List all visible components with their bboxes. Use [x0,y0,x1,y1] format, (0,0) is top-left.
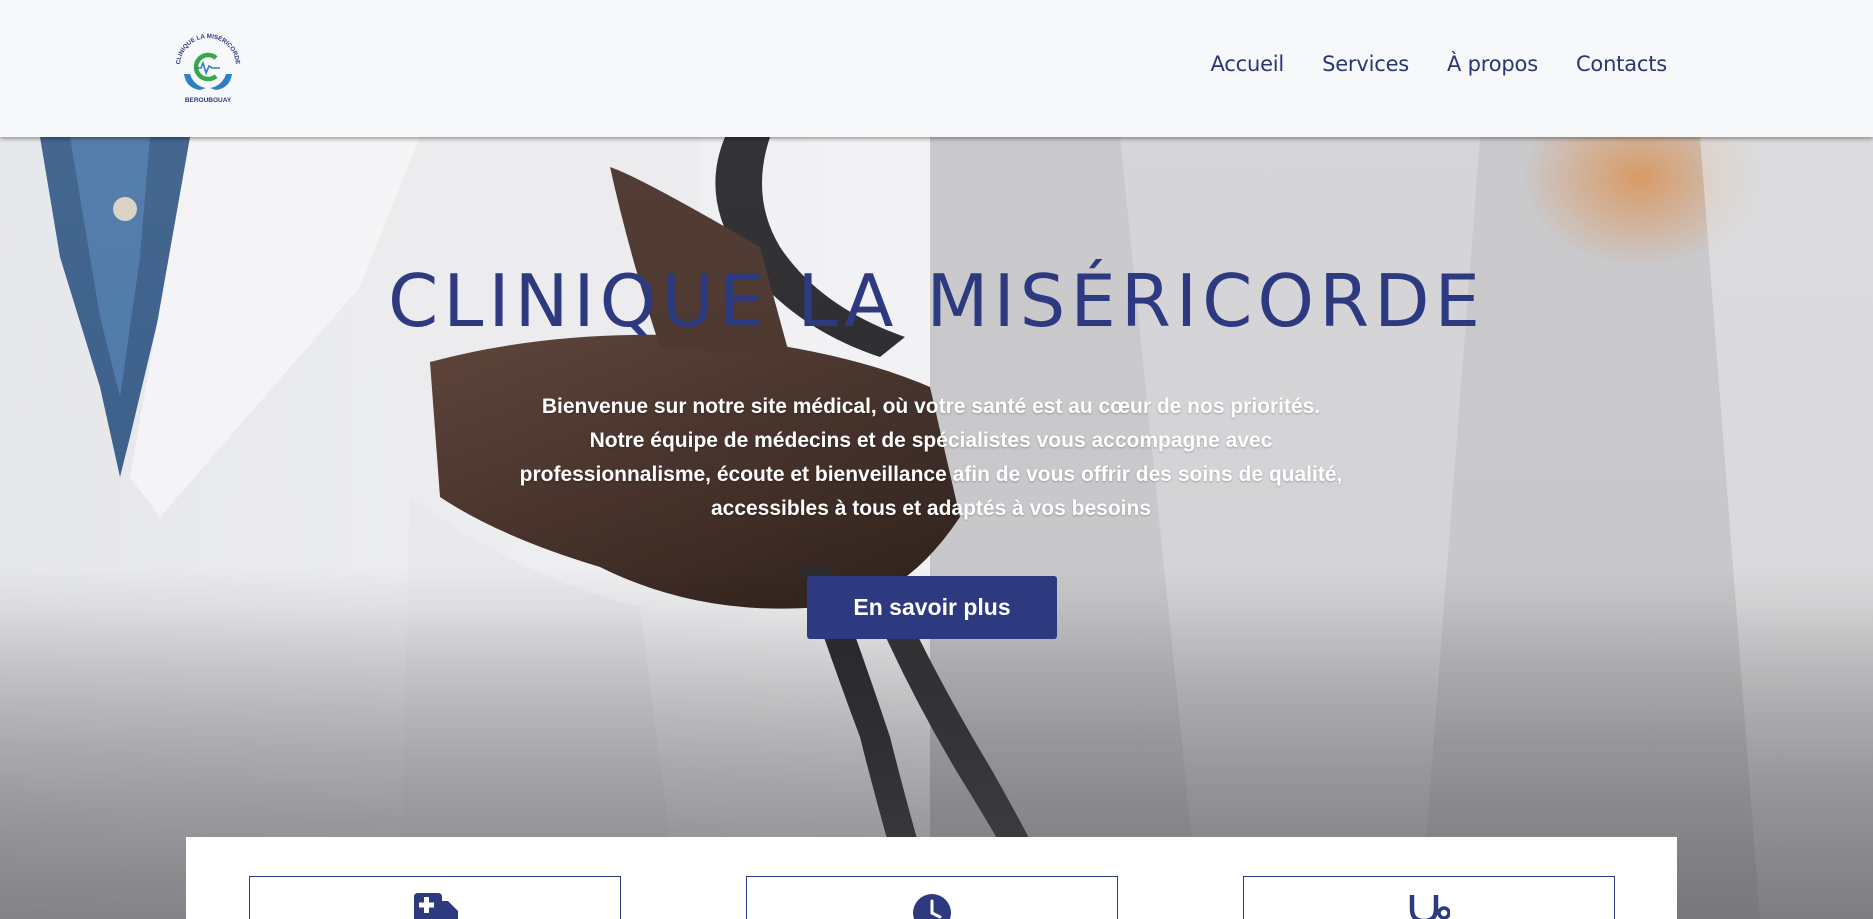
clinic-logo-image: CLINIQUE LA MISÉRICORDE BEROUBOUAY [175,33,241,104]
clinic-logo[interactable]: CLINIQUE LA MISÉRICORDE BEROUBOUAY [170,30,246,104]
feature-card-clock[interactable] [746,876,1118,919]
feature-card-stethoscope[interactable] [1243,876,1615,919]
nav-item-accueil[interactable]: Accueil [1210,52,1284,76]
svg-text:CLINIQUE LA MISÉRICORDE: CLINIQUE LA MISÉRICORDE [175,33,241,65]
hero-line-2: Notre équipe de médecins et de spécialis… [589,429,1273,452]
logo-sub-text: BEROUBOUAY [185,97,232,104]
main-nav: Accueil Services À propos Contacts [1172,52,1667,76]
ambulance-icon [412,893,458,919]
hero-title: CLINIQUE LA MISÉRICORDE [387,259,1486,343]
hero-overlay [0,137,1873,919]
hero-section: CLINIQUE LA MISÉRICORDE Bienvenue sur no… [0,137,1873,919]
stethoscope-icon [1408,893,1451,919]
hero-line-3: professionnalisme, écoute et bienveillan… [519,463,1343,486]
hero-line-4: accessibles à tous et adaptés à vos beso… [710,497,1152,520]
learn-more-button[interactable]: En savoir plus [807,576,1057,639]
clock-icon [912,893,952,919]
feature-card-ambulance[interactable] [249,876,621,919]
site-header: CLINIQUE LA MISÉRICORDE BEROUBOUAY Accue… [0,0,1873,137]
hero-line-1: Bienvenue sur notre site médical, où vot… [541,395,1321,418]
logo-arc-text: CLINIQUE LA MISÉRICORDE [175,33,241,65]
hero-description: Bienvenue sur notre site médical, où vot… [486,390,1376,526]
features-panel [186,837,1677,919]
nav-item-services[interactable]: Services [1322,52,1409,76]
nav-item-contacts[interactable]: Contacts [1576,52,1667,76]
nav-item-a-propos[interactable]: À propos [1447,52,1538,76]
